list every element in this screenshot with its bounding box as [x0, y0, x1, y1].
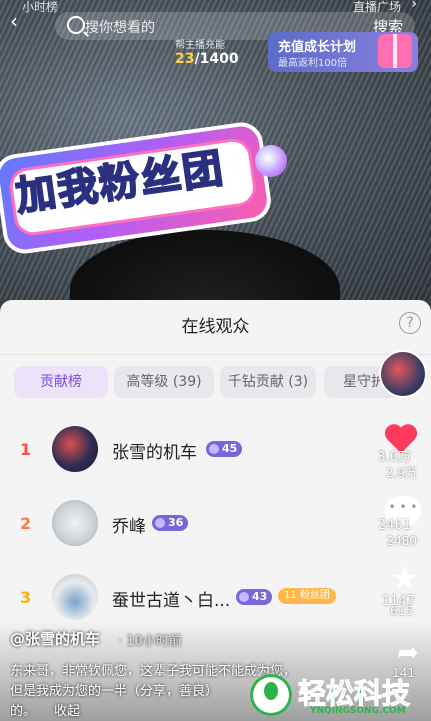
help-icon[interactable]: ? — [399, 312, 421, 334]
search-placeholder: 搜你想看的 — [85, 20, 155, 36]
avatar[interactable] — [52, 574, 98, 620]
watermark-url: YNQINGSONG.COM — [310, 706, 406, 716]
level-badge: 43 — [236, 589, 273, 605]
caption-line-2: 但是我成为您的一半（分享，善良） — [10, 684, 219, 699]
table-row[interactable]: 1 张雪的机车 45 — [0, 416, 431, 486]
row-amount-1: 3.0万 — [377, 450, 411, 465]
caption-line-1: 东来哥，非常钦佩您，这辈子我可能不能成为您， — [10, 664, 290, 679]
level-badge: 36 — [152, 515, 189, 531]
chevron-right-icon[interactable]: › — [411, 0, 417, 12]
level-badge: 45 — [206, 441, 243, 457]
fan-club-badge: 11 粉丝团 — [278, 588, 336, 604]
promo-title: 充值成长计划 — [278, 40, 357, 55]
gift-box-icon — [378, 34, 412, 68]
disco-ball-icon — [255, 145, 287, 177]
tab-high-level[interactable]: 高等级 (39) — [114, 366, 214, 398]
user-name[interactable]: 乔峰 — [112, 512, 146, 537]
recharge-growth-banner[interactable]: 充值成长计划 最高返利100倍 — [268, 32, 418, 72]
star-icon[interactable]: ★ — [390, 562, 419, 594]
sheet-title: 在线观众 — [181, 317, 250, 337]
avatar[interactable] — [52, 500, 98, 546]
table-row[interactable]: 2 乔峰 36 — [0, 490, 431, 560]
comment-count: 2480 — [386, 534, 417, 548]
author-handle[interactable]: @张雪的机车 — [10, 628, 100, 649]
streamer-avatar[interactable] — [379, 350, 427, 398]
audience-tabs: 贡献榜 高等级 (39) 千钻贡献 (3) 星守护 — [14, 366, 431, 400]
rank-number: 1 — [20, 440, 32, 459]
row-amount-2: 2461 — [377, 518, 411, 533]
user-name[interactable]: 张雪的机车 — [112, 438, 197, 463]
charge-progress[interactable]: 帮主播充能 23/1400 — [175, 36, 239, 67]
tab-contribution[interactable]: 贡献榜 — [14, 366, 108, 398]
like-count: 2.9万 — [385, 466, 417, 480]
avatar[interactable] — [52, 426, 98, 472]
promo-subtitle: 最高返利100倍 — [278, 58, 348, 69]
divider — [0, 354, 431, 355]
charge-progress-value: 23/1400 — [175, 51, 239, 67]
caption-line-3: 的。 收起 — [10, 704, 81, 719]
rank-number: 3 — [20, 588, 32, 607]
search-icon — [67, 16, 85, 34]
watermark-logo-icon — [250, 674, 292, 716]
rank-number: 2 — [20, 514, 32, 533]
post-time: · 10小时前 — [118, 634, 182, 649]
user-name[interactable]: 蚕世古道丶白... — [112, 586, 230, 611]
favorite-count: 615 — [390, 604, 413, 618]
share-arrow-icon[interactable]: ➦ — [397, 638, 419, 668]
tab-diamond-contribution[interactable]: 千钻贡献 (3) — [220, 366, 316, 398]
back-arrow-icon[interactable]: ‹ — [10, 10, 32, 32]
site-watermark: 轻松科技 YNQINGSONG.COM — [250, 672, 430, 720]
collapse-link[interactable]: 收起 — [54, 704, 80, 719]
charge-progress-label: 帮主播充能 — [175, 40, 225, 51]
